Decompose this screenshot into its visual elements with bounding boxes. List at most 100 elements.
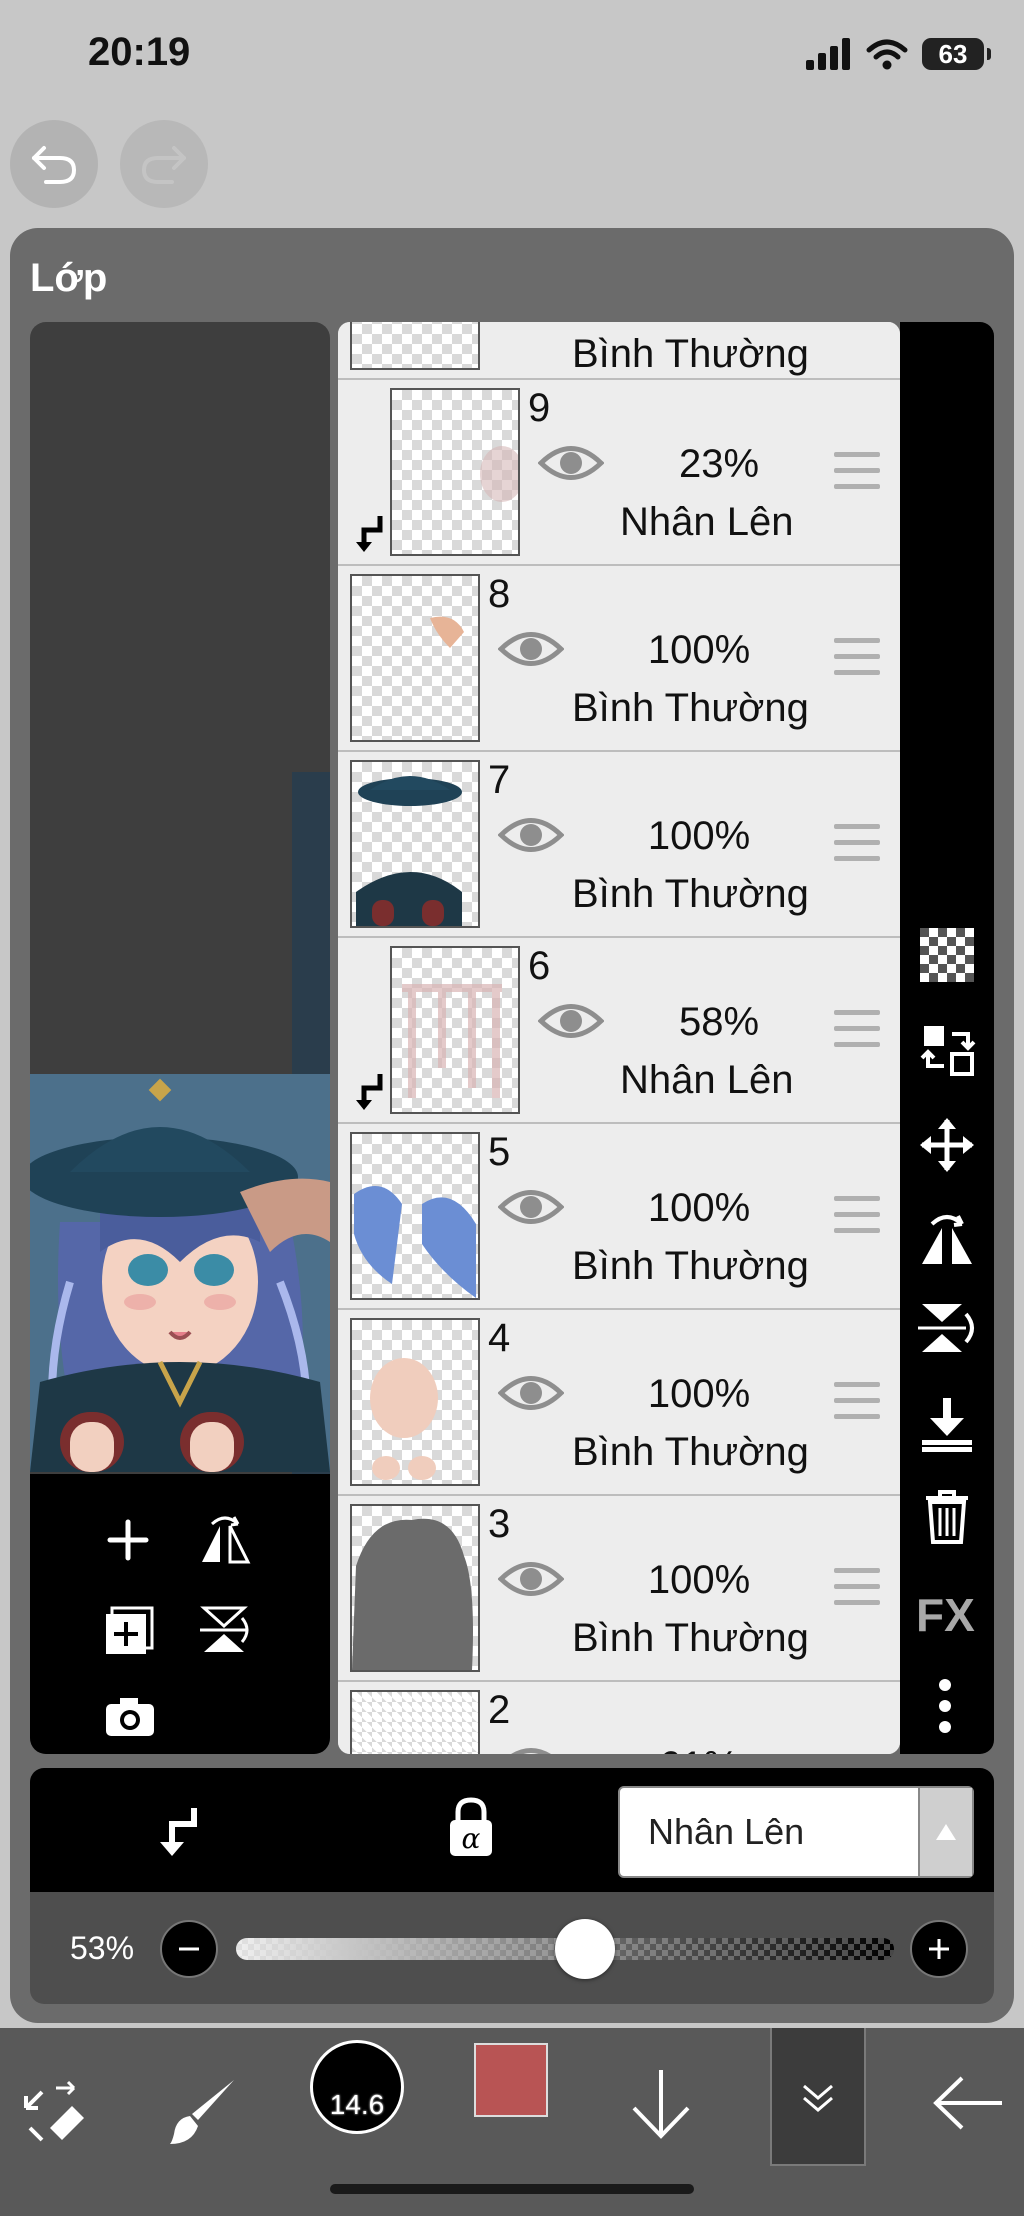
layer-thumbnail [350,1504,480,1672]
redo-button[interactable] [120,120,208,208]
visibility-eye-icon[interactable] [498,812,564,858]
layer-blend-mode: Bình Thường [572,1616,809,1660]
add-layer-icon[interactable] [106,1518,150,1562]
layer-thumbnail [390,388,520,556]
layer-number: 5 [488,1130,511,1174]
undo-button[interactable] [10,120,98,208]
move-icon[interactable] [918,1116,976,1174]
home-indicator [330,2184,694,2194]
flip-horizontal-icon[interactable] [198,1514,252,1566]
brush-icon[interactable] [168,2076,238,2146]
layer-number: 7 [488,758,511,802]
visibility-eye-icon[interactable] [538,440,604,486]
flip-horizontal-icon[interactable] [918,1208,976,1266]
layer-thumbnail [390,946,520,1114]
swap-layers-icon[interactable] [920,1022,976,1078]
layer-blend-mode: Bình Thường [572,686,809,730]
layer-opacity: 100% [647,814,751,858]
layer-blend-mode: Bình Thường [572,1430,809,1474]
visibility-eye-icon[interactable] [498,1742,564,1754]
clipping-icon[interactable] [154,1804,200,1858]
plus-icon [929,1939,949,1959]
redo-icon [141,146,186,184]
visibility-eye-icon[interactable] [498,1556,564,1602]
layer-opacity: 100% [647,628,751,672]
brush-size-value: 14.6 [329,2089,385,2120]
layer-row[interactable]: Bình Thường [338,322,900,380]
battery-indicator: 63 [922,38,991,70]
cellular-signal-icon [806,38,850,70]
dropdown-arrow-icon [918,1788,972,1876]
wifi-icon [866,39,908,70]
layer-number: 8 [488,572,511,616]
layer-opacity: 100% [647,1558,751,1602]
opacity-slider-thumb[interactable] [554,1919,615,1979]
opacity-decrease-button[interactable] [160,1920,218,1978]
layer-opacity: 100% [647,1186,751,1230]
collapse-toolbar-button[interactable] [770,2028,866,2166]
drag-handle-icon[interactable] [834,1010,880,1058]
layer-row[interactable]: 5 100% Bình Thường [338,1124,900,1310]
layer-thumbnail [350,322,480,370]
transparency-checker-icon[interactable] [920,928,974,982]
status-icons: 63 [806,34,991,74]
layer-thumbnail [350,1318,480,1486]
back-arrow-icon[interactable] [932,2076,1004,2130]
color-swatch[interactable] [474,2043,548,2117]
camera-icon[interactable] [104,1696,156,1738]
layer-number: 4 [488,1316,511,1360]
merge-down-icon[interactable] [920,1396,974,1452]
blend-mode-value: Nhân Lên [648,1811,805,1852]
visibility-eye-icon[interactable] [498,1370,564,1416]
flip-vertical-icon[interactable] [198,1604,252,1656]
opacity-increase-button[interactable] [910,1920,968,1978]
chevron-double-down-icon [803,2084,833,2112]
add-copy-icon[interactable] [104,1606,154,1656]
visibility-eye-icon[interactable] [498,626,564,672]
layer-number: 9 [528,386,551,430]
layer-row[interactable]: 8 100% Bình Thường [338,566,900,752]
flip-vertical-icon[interactable] [918,1300,978,1356]
status-time: 20:19 [88,30,191,74]
alpha-lock-icon[interactable]: α [446,1796,496,1858]
layer-row[interactable]: 6 58% Nhân Lên [338,938,900,1124]
layer-row[interactable]: 7 100% Bình Thường [338,752,900,938]
layer-blend-mode: Nhân Lên [620,1058,794,1102]
brush-size-button[interactable]: 14.6 [310,2040,404,2134]
layer-blend-mode: Bình Thường [572,1244,809,1288]
layer-number: 2 [488,1688,511,1732]
layer-thumbnail [350,1690,480,1754]
drag-handle-icon[interactable] [834,824,880,872]
layer-opacity: 23% [678,442,760,486]
fx-button[interactable]: FX [916,1588,975,1642]
clipping-arrow-icon [356,1074,383,1110]
clipping-arrow-icon [356,516,383,552]
visibility-eye-icon[interactable] [538,998,604,1044]
drag-handle-icon[interactable] [834,452,880,500]
transform-tool-icon[interactable] [22,2078,88,2144]
layer-row[interactable]: 4 100% Bình Thường [338,1310,900,1496]
layer-thumbnail [350,574,480,742]
drag-handle-icon[interactable] [834,1568,880,1616]
drag-handle-icon[interactable] [834,1382,880,1430]
minus-icon [179,1947,199,1951]
layer-blend-mode: Bình Thường [572,332,809,376]
layer-opacity: 61% [604,1744,794,1754]
blend-mode-select[interactable]: Nhân Lên [618,1786,974,1878]
layer-row[interactable]: 2 61% [338,1682,900,1754]
layer-opacity: 100% [647,1372,751,1416]
delete-icon[interactable] [924,1490,970,1544]
panel-title: Lớp [30,256,108,300]
drag-handle-icon[interactable] [834,638,880,686]
layer-number: 6 [528,944,551,988]
canvas-tools [30,1474,330,1754]
layer-down-arrow-icon[interactable] [630,2068,692,2140]
visibility-eye-icon[interactable] [498,1184,564,1230]
drag-handle-icon[interactable] [834,1196,880,1244]
layer-row[interactable]: 9 23% Nhân Lên [338,380,900,566]
layer-opacity: 58% [678,1000,760,1044]
layer-blend-mode: Bình Thường [572,872,809,916]
layer-list[interactable]: Bình Thường 9 23% Nhân Lên 8 100% Bình T… [338,322,900,1754]
more-options-icon[interactable] [938,1678,952,1734]
layer-row[interactable]: 3 100% Bình Thường [338,1496,900,1682]
